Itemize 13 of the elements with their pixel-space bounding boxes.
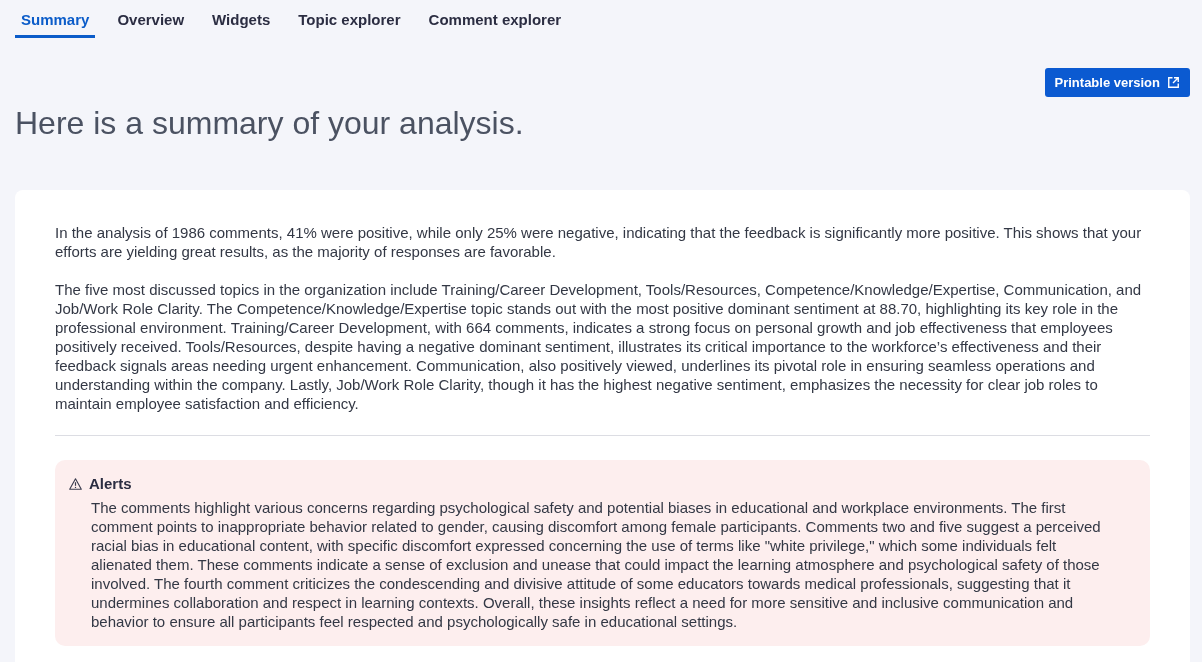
- alert-title: Alerts: [89, 474, 132, 494]
- warning-icon: [69, 478, 82, 490]
- tab[interactable]: Comment explorer: [422, 0, 568, 38]
- summary-paragraph: The five most discussed topics in the organization include Training/Career Development, Tools/Resources, Competence/Knowledge/Expertise, Communication, and Job/Work Role Clarity. The Competence/Knowledge/Expertise topic stands out with the most positive dominant sentiment at 88.70, highlighting its key role in the professional environment. Training/Career Development, with 664 comments, indicates a strong focus on personal growth and job effectiveness that employees positively received. Tools/Resources, despite having a negative dominant sentiment, illustrates its critical importance to the workforce’s effectiveness and their feedback signals areas needing urgent enhancement. Communication, also positively viewed, underlines its pivotal role in ensuring seamless operations and understanding within the company. Lastly, Job/Work Role Clarity, though it has the highest negative sentiment, emphasizes the necessity for clear job roles to maintain employee satisfaction and efficiency.: [55, 280, 1143, 413]
- external-link-icon: [1168, 77, 1179, 88]
- page-heading: Here is a summary of your analysis.: [15, 104, 525, 143]
- summary-paragraph: In the analysis of 1986 comments, 41% were positive, while only 25% were negative, indicating that the feedback is significantly more positive. This shows that your efforts are yielding great results, as the majority of responses are favorable.: [55, 223, 1143, 261]
- tab[interactable]: Widgets: [206, 0, 277, 38]
- tab[interactable]: Overview: [111, 0, 191, 38]
- alert-text: The comments highlight various concerns regarding psychological safety and potential biases in educational and workplace environments. The first comment points to inappropriate behavior related to gender, causing discomfort among female participants. Comments two and five suggest a perceived racial bias in educational content, with specific discomfort expressed concerning the use of terms like "white privilege," which some individuals felt alienated them. These comments indicate a sense of exclusion and unease that could impact the learning atmosphere and psychological safety of those involved. The fourth comment criticizes the condescending and divisive attitude of some educators towards medical professionals, suggesting that it undermines collaboration and respect in learning contexts. Overall, these insights reflect a need for more sensitive and inclusive communication and behavior to ensure all participants feel respected and psychologically safe in educational settings.: [91, 498, 1102, 631]
- tab[interactable]: Summary: [15, 0, 96, 38]
- tab[interactable]: Topic explorer: [292, 0, 407, 38]
- printable-version-button[interactable]: Printable version: [1044, 68, 1190, 97]
